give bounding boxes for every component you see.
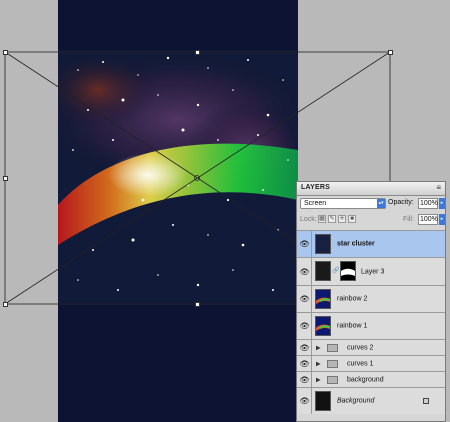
transform-handle-bottom[interactable] [195,302,200,307]
layer-name: background [347,376,384,383]
eye-icon[interactable]: 👁 [299,344,310,352]
layer-name: Background [337,397,375,405]
expand-arrow-icon[interactable]: ▶ [316,376,321,383]
expand-arrow-icon[interactable]: ▶ [316,360,321,367]
layer-group-background[interactable]: 👁 ▶ background [297,371,445,387]
layer-name: curves 1 [347,360,374,367]
lock-transparency-icon[interactable]: ▦ [318,215,326,223]
fill-dropdown-icon[interactable]: ▸ [439,214,445,225]
expand-arrow-icon[interactable]: ▶ [316,344,321,351]
space-image [58,50,298,305]
layer-group-curves-2[interactable]: 👁 ▶ curves 2 [297,339,445,355]
layer-thumbnail [315,261,331,281]
layer-name: rainbow 2 [337,295,368,303]
folder-icon [327,359,338,368]
opacity-dropdown-icon[interactable]: ▸ [439,198,445,209]
layer-thumbnail [315,316,331,336]
eye-icon[interactable]: 👁 [299,376,310,384]
layer-name: curves 2 [347,344,374,351]
transform-handle-top-right[interactable] [388,50,393,55]
panel-menu-icon[interactable]: ≡ [436,183,441,192]
fill-label: Fill: [403,216,414,223]
tab-layers[interactable]: LAYERS [301,184,330,191]
layer-thumbnail [315,234,331,254]
layers-panel: LAYERS ≡ Screen ▴▾ Opacity: 100% ▸ Lock:… [296,181,446,422]
layer-row-rainbow-2[interactable]: 👁 rainbow 2 [297,285,445,312]
layer-row-star-cluster[interactable]: 👁 star cluster [297,230,445,257]
layer-list: 👁 star cluster 👁 🔗 Layer 3 👁 rainbow 2 👁… [297,230,445,414]
eye-icon[interactable]: 👁 [299,397,310,405]
fill-field[interactable]: 100% [418,214,438,225]
blend-mode-select[interactable]: Screen ▴▾ [300,198,386,209]
blend-mode-arrow-icon: ▴▾ [377,199,385,208]
transform-handle-left[interactable] [3,176,8,181]
layer-thumbnail [315,391,331,411]
eye-icon[interactable]: 👁 [299,322,310,330]
layer-name: Layer 3 [361,268,385,275]
lock-position-icon[interactable]: ✛ [338,215,346,223]
link-icon[interactable]: 🔗 [332,267,339,274]
transform-handle-top[interactable] [195,50,200,55]
transform-handle-bottom-left[interactable] [3,302,8,307]
lock-all-icon[interactable]: ■ [348,215,356,223]
lock-icon [423,398,429,404]
layer-thumbnail [315,289,331,309]
eye-icon[interactable]: 👁 [299,268,310,276]
layer-mask-thumbnail[interactable] [340,261,356,281]
lock-image-icon[interactable]: ✎ [328,215,336,223]
opacity-label: Opacity: [388,199,414,206]
transform-handle-top-left[interactable] [3,50,8,55]
eye-icon[interactable]: 👁 [299,360,310,368]
folder-icon [327,343,338,352]
opacity-field[interactable]: 100% [418,198,438,209]
eye-icon[interactable]: 👁 [299,240,310,248]
layer-row-layer-3[interactable]: 👁 🔗 Layer 3 [297,257,445,285]
layer-row-rainbow-1[interactable]: 👁 rainbow 1 [297,312,445,339]
panel-header: LAYERS ≡ [297,182,445,196]
folder-icon [327,375,338,384]
layer-row-background[interactable]: 👁 Background [297,387,445,414]
eye-icon[interactable]: 👁 [299,295,310,303]
blend-mode-value: Screen [304,200,327,207]
layer-group-curves-1[interactable]: 👁 ▶ curves 1 [297,355,445,371]
document-canvas[interactable] [58,0,298,422]
lock-label: Lock: [300,216,317,223]
layer-name: star cluster [337,240,375,248]
layer-name: rainbow 1 [337,322,368,330]
